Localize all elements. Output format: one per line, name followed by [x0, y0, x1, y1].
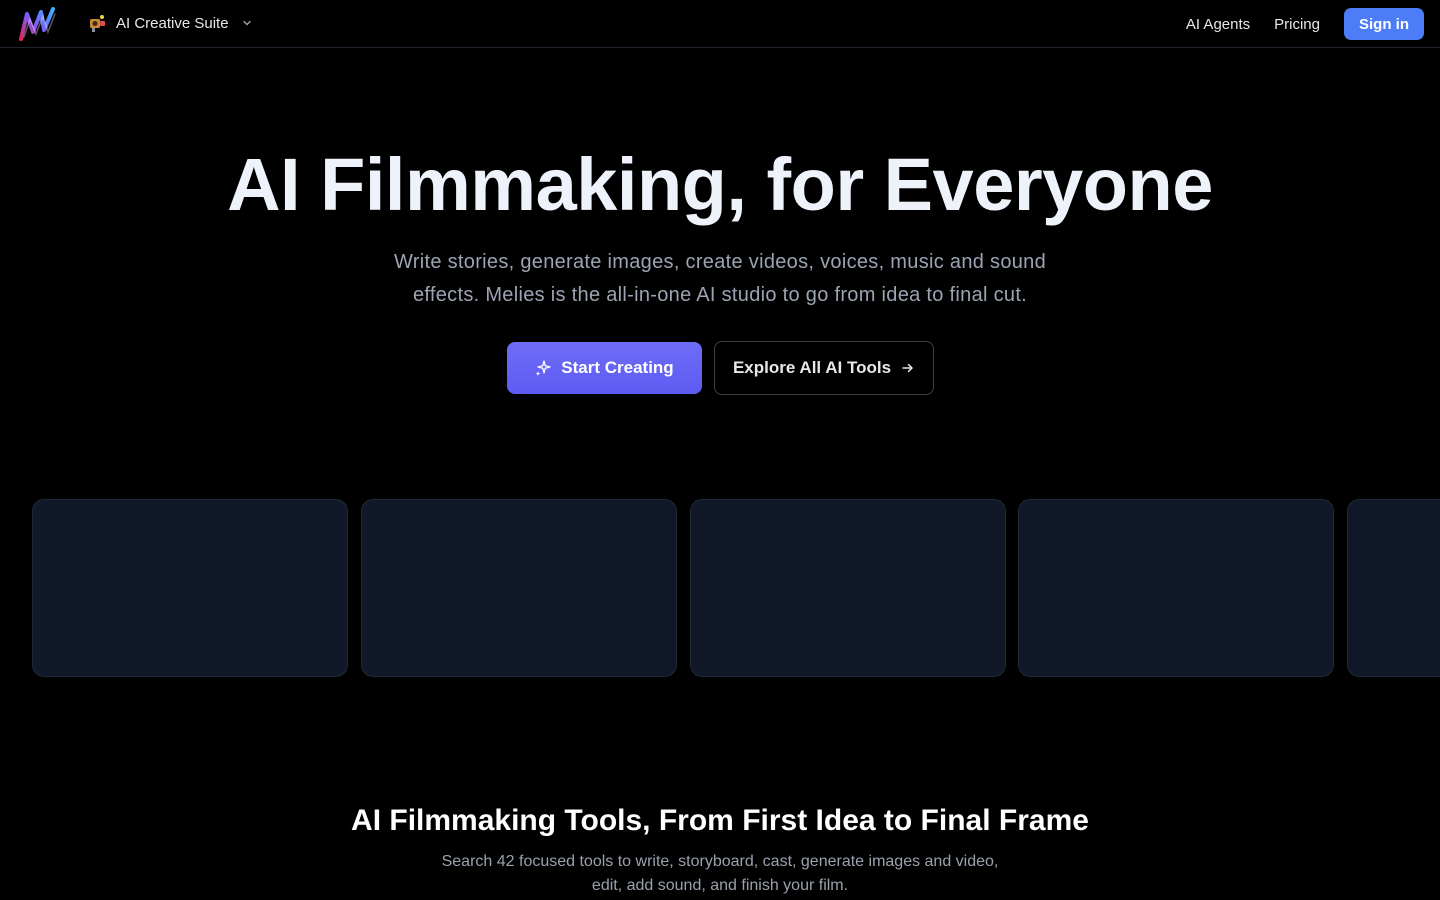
creative-suite-label: AI Creative Suite: [116, 14, 229, 32]
nav-link-pricing[interactable]: Pricing: [1274, 16, 1320, 33]
explore-tools-button[interactable]: Explore All AI Tools: [714, 341, 934, 395]
melies-logo-icon[interactable]: [18, 6, 58, 42]
nav-right-group: AI Agents Pricing Sign in: [1186, 8, 1424, 40]
tools-section-subtitle: Search 42 focused tools to write, storyb…: [441, 853, 999, 894]
media-carousel: [0, 499, 1440, 679]
nav-link-ai-agents[interactable]: AI Agents: [1186, 16, 1250, 33]
start-creating-label: Start Creating: [561, 358, 674, 377]
creative-suite-icon: [90, 15, 105, 32]
carousel-card[interactable]: [1018, 499, 1334, 677]
creative-suite-dropdown[interactable]: AI Creative Suite: [88, 12, 253, 34]
hero-subtitle: Write stories, generate images, create v…: [393, 251, 1047, 306]
sign-in-button[interactable]: Sign in: [1344, 8, 1424, 40]
top-navbar: AI Creative Suite AI Agents Pricing Sign…: [0, 0, 1440, 48]
arrow-right-icon: [902, 363, 913, 373]
start-creating-button[interactable]: Start Creating: [507, 342, 702, 394]
explore-tools-label: Explore All AI Tools: [732, 358, 892, 377]
chevron-down-icon: [242, 20, 251, 26]
carousel-card[interactable]: [32, 499, 348, 677]
carousel-card[interactable]: [361, 499, 677, 677]
sparkle-icon: [535, 360, 551, 376]
tools-section-title: AI Filmmaking Tools, From First Idea to …: [351, 804, 1089, 837]
hero-title: AI Filmmaking, for Everyone: [227, 143, 1213, 226]
carousel-card[interactable]: [690, 499, 1006, 677]
carousel-card[interactable]: [1347, 499, 1440, 677]
